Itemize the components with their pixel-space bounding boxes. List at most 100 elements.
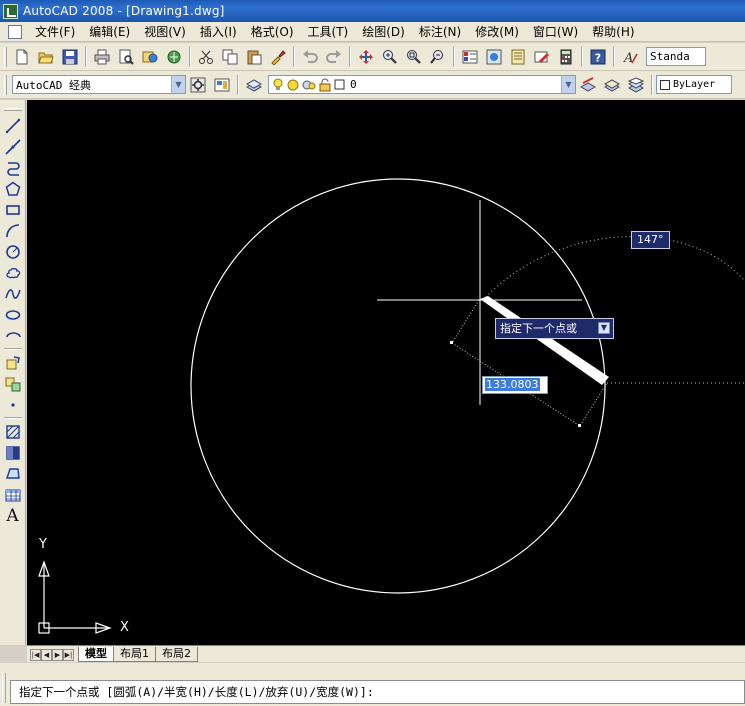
text-style-value: Standa <box>650 50 690 63</box>
draw-toolbar: A <box>0 100 26 645</box>
ellipse-arc-icon[interactable] <box>2 325 24 346</box>
region-icon[interactable] <box>2 463 24 484</box>
toolbar-grip[interactable] <box>4 74 7 95</box>
my-workspace-icon[interactable] <box>212 75 232 95</box>
toolbar-separator <box>453 46 455 67</box>
zoom-window-icon[interactable] <box>404 47 424 67</box>
table-icon[interactable] <box>2 484 24 505</box>
menu-insert[interactable]: 插入(I) <box>193 22 244 42</box>
multiline-text-button[interactable]: A <box>2 505 24 526</box>
copy-icon[interactable] <box>220 47 240 67</box>
menu-tools[interactable]: 工具(T) <box>301 22 356 42</box>
construction-line-icon[interactable] <box>2 136 24 157</box>
menu-modify[interactable]: 修改(M) <box>468 22 526 42</box>
menu-dimension[interactable]: 标注(N) <box>412 22 468 42</box>
text-style-icon[interactable]: A <box>620 47 640 67</box>
window-title: AutoCAD 2008 - [Drawing1.dwg] <box>23 4 225 18</box>
redo-icon[interactable] <box>324 47 344 67</box>
point-icon[interactable] <box>2 394 24 415</box>
zoom-previous-icon[interactable] <box>428 47 448 67</box>
paste-icon[interactable] <box>244 47 264 67</box>
line-icon[interactable] <box>2 115 24 136</box>
3d-dwf-icon[interactable] <box>164 47 184 67</box>
zoom-realtime-icon[interactable] <box>380 47 400 67</box>
polygon-icon[interactable] <box>2 178 24 199</box>
workspace-dropdown[interactable]: AutoCAD 经典 ▼ <box>12 75 186 94</box>
plot-preview-icon[interactable] <box>116 47 136 67</box>
menu-format[interactable]: 格式(O) <box>244 22 301 42</box>
first-tab-icon[interactable]: |◀ <box>30 649 41 661</box>
polyline-icon[interactable] <box>2 157 24 178</box>
command-window-grip[interactable] <box>2 673 6 703</box>
menu-window[interactable]: 窗口(W) <box>526 22 585 42</box>
print-icon[interactable] <box>92 47 112 67</box>
new-icon[interactable] <box>12 47 32 67</box>
workspace-settings-icon[interactable] <box>188 75 208 95</box>
circle-icon[interactable] <box>2 241 24 262</box>
last-tab-icon[interactable]: ▶| <box>63 649 74 661</box>
match-properties-icon[interactable] <box>268 47 288 67</box>
layer-dropdown[interactable]: 0 ▼ <box>268 75 576 94</box>
open-icon[interactable] <box>36 47 56 67</box>
autocad-app-icon[interactable] <box>3 3 18 19</box>
color-control-dropdown[interactable]: ByLayer <box>656 75 732 94</box>
rectangle-icon[interactable] <box>2 199 24 220</box>
drawing-canvas[interactable]: Y X 147° 指定下一个点或 ▼ 133.0803 <box>27 100 745 645</box>
menu-view[interactable]: 视图(V) <box>137 22 193 42</box>
layer-previous-icon[interactable] <box>602 75 622 95</box>
tab-model[interactable]: 模型 <box>78 647 114 662</box>
tab-layout1[interactable]: 布局1 <box>113 647 156 662</box>
help-icon[interactable]: ? <box>588 47 608 67</box>
ellipse-icon[interactable] <box>2 304 24 325</box>
toolbar-separator <box>3 348 22 350</box>
document-icon[interactable] <box>8 24 22 39</box>
prev-tab-icon[interactable]: ◀ <box>41 649 52 661</box>
next-tab-icon[interactable]: ▶ <box>52 649 63 661</box>
cut-icon[interactable] <box>196 47 216 67</box>
make-block-icon[interactable] <box>2 373 24 394</box>
calculator-icon[interactable] <box>556 47 576 67</box>
menu-file[interactable]: 文件(F) <box>28 22 82 42</box>
layer-states-icon[interactable] <box>626 75 646 95</box>
layer-properties-icon[interactable] <box>244 75 264 95</box>
guide-point <box>450 341 453 344</box>
options-down-arrow-icon[interactable]: ▼ <box>598 322 610 334</box>
layout-tab-bar: |◀ ◀ ▶ ▶| 模型 布局1 布局2 <box>27 645 745 662</box>
polar-tracking-arc <box>482 236 745 301</box>
hatch-icon[interactable] <box>2 421 24 442</box>
command-prompt-text: 指定下一个点或 [圆弧(A)/半宽(H)/长度(L)/放弃(U)/宽度(W)]: <box>19 685 374 699</box>
toolbar-separator <box>581 46 583 67</box>
arc-icon[interactable] <box>2 220 24 241</box>
ucs-icon <box>38 560 112 634</box>
toolbar-grip[interactable] <box>4 46 7 67</box>
lightbulb-icon <box>273 78 283 90</box>
tool-palettes-icon[interactable] <box>508 47 528 67</box>
workspace-value: AutoCAD 经典 <box>16 78 91 92</box>
properties-icon[interactable] <box>460 47 480 67</box>
title-bar: AutoCAD 2008 - [Drawing1.dwg] <box>0 0 745 22</box>
spline-icon[interactable] <box>2 283 24 304</box>
text-style-dropdown[interactable]: Standa <box>646 47 706 66</box>
pan-icon[interactable] <box>356 47 376 67</box>
toolbar-grip[interactable] <box>3 108 22 111</box>
viewport-freeze-icon <box>302 80 316 89</box>
tab-layout2[interactable]: 布局2 <box>155 647 198 662</box>
make-current-layer-icon[interactable] <box>578 75 598 95</box>
chevron-down-icon[interactable]: ▼ <box>561 76 575 93</box>
undo-icon[interactable] <box>300 47 320 67</box>
revision-cloud-icon[interactable] <box>2 262 24 283</box>
lock-icon <box>319 78 331 91</box>
gradient-icon[interactable] <box>2 442 24 463</box>
command-line[interactable]: 指定下一个点或 [圆弧(A)/半宽(H)/长度(L)/放弃(U)/宽度(W)]: <box>10 680 745 704</box>
design-center-icon[interactable] <box>484 47 504 67</box>
color-value: ByLayer <box>673 79 716 90</box>
menu-draw[interactable]: 绘图(D) <box>355 22 412 42</box>
chevron-down-icon[interactable]: ▼ <box>171 76 185 93</box>
menu-edit[interactable]: 编辑(E) <box>82 22 137 42</box>
insert-block-icon[interactable] <box>2 352 24 373</box>
publish-icon[interactable] <box>140 47 160 67</box>
save-icon[interactable] <box>60 47 80 67</box>
distance-input[interactable]: 133.0803 <box>482 376 548 394</box>
markup-icon[interactable] <box>532 47 552 67</box>
menu-help[interactable]: 帮助(H) <box>585 22 641 42</box>
